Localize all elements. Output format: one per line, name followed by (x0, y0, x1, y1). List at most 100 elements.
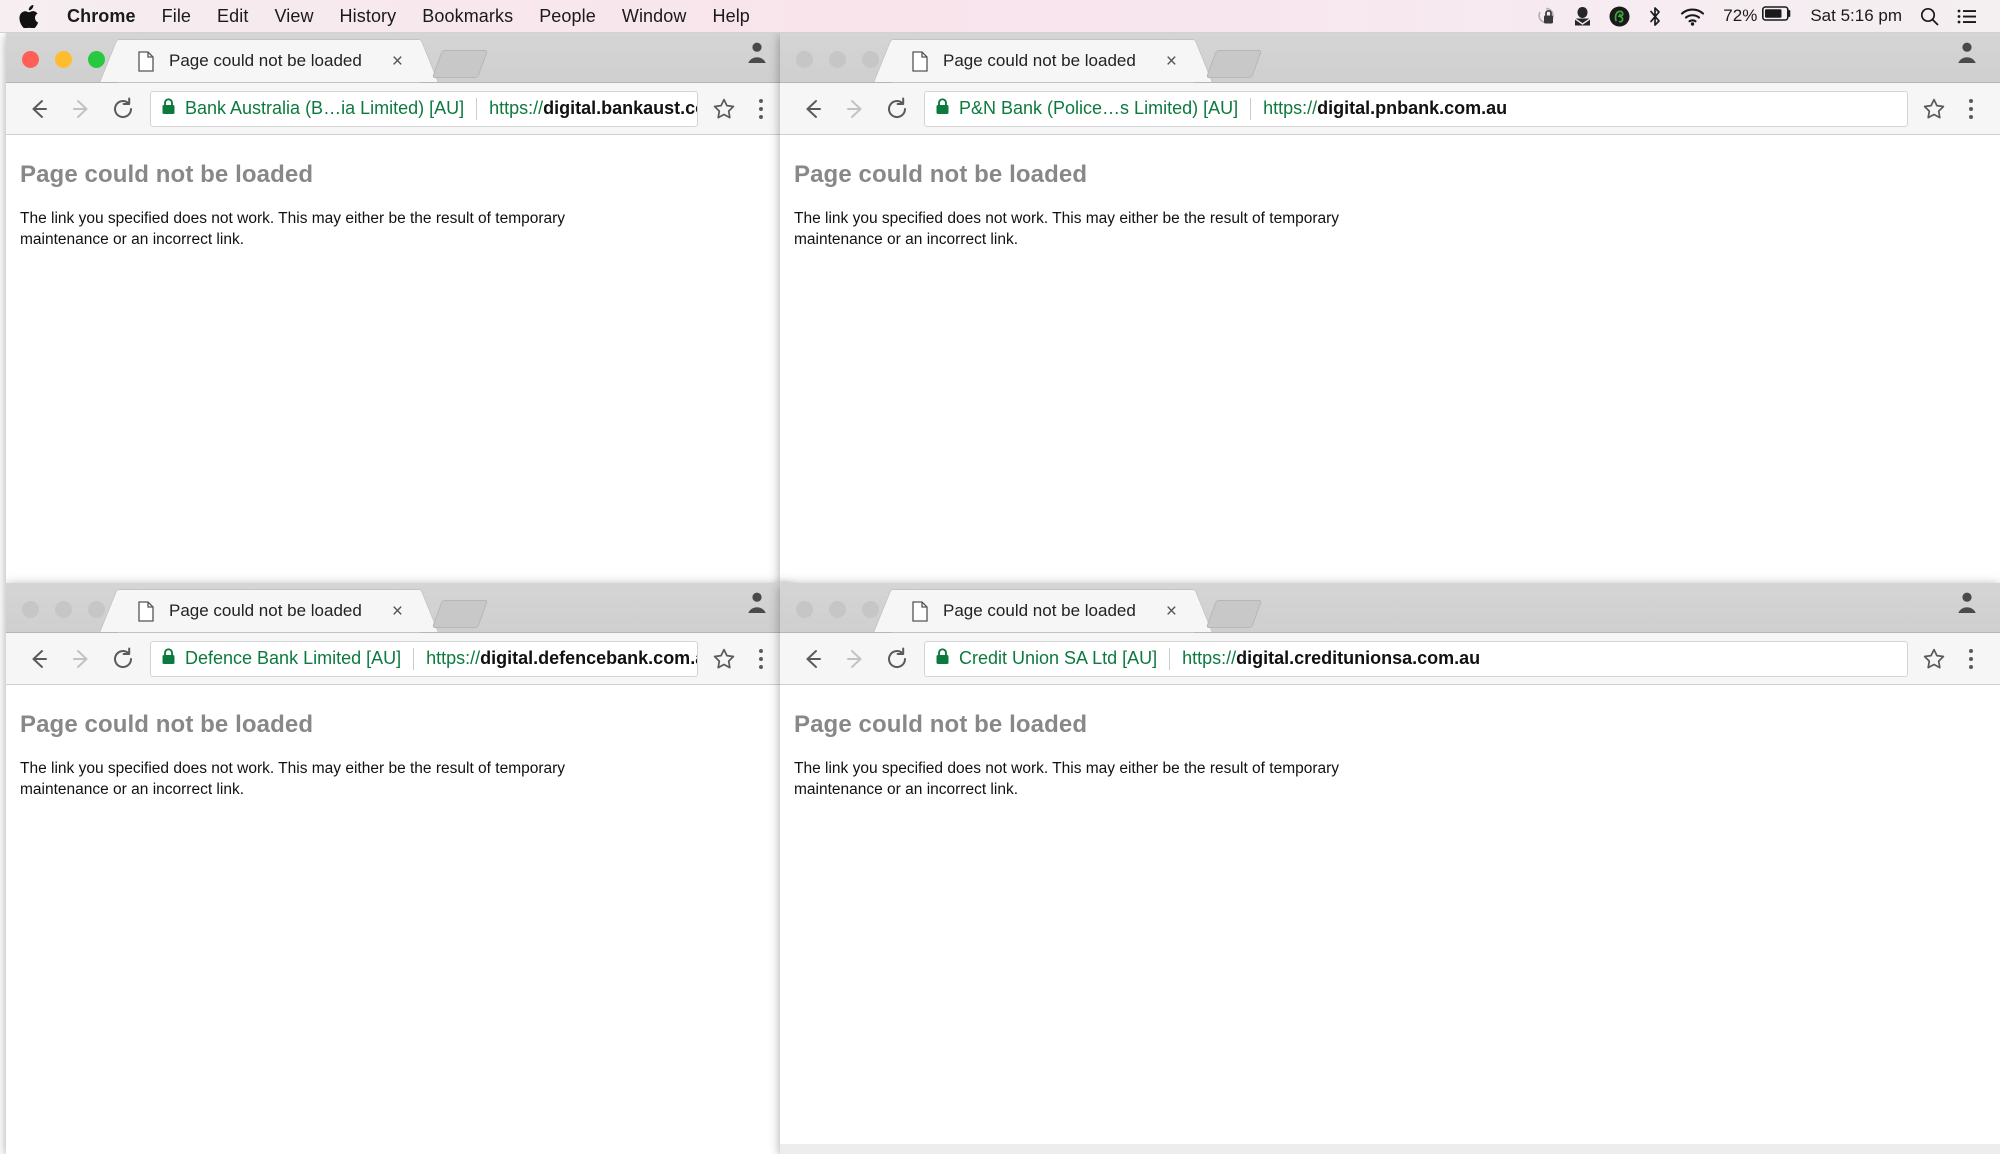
menu-item-history[interactable]: History (327, 0, 410, 33)
minimize-window-button[interactable] (829, 601, 846, 618)
chrome-menu-icon[interactable] (744, 639, 778, 679)
lock-icon[interactable] (1527, 0, 1565, 33)
close-tab-icon[interactable]: × (1166, 602, 1177, 621)
bookmark-star-icon[interactable] (1914, 89, 1954, 129)
back-arrow-icon[interactable] (792, 88, 834, 130)
desktop-screen: Chrome File Edit View History Bookmarks … (0, 0, 2000, 1154)
menu-item-window[interactable]: Window (609, 0, 700, 33)
close-window-button[interactable] (22, 601, 39, 618)
menu-item-chrome[interactable]: Chrome (54, 0, 149, 33)
menu-item-help[interactable]: Help (699, 0, 762, 33)
close-window-button[interactable] (796, 51, 813, 68)
tabstrip: Page could not be loaded × (780, 33, 2000, 83)
browser-toolbar: Defence Bank Limited [AU] https:// digit… (6, 633, 790, 685)
back-arrow-icon[interactable] (18, 638, 60, 680)
bluetooth-icon[interactable] (1639, 0, 1671, 33)
tabstrip: Page could not be loaded × (6, 33, 790, 83)
document-favicon (137, 51, 155, 72)
minimize-window-button[interactable] (55, 601, 72, 618)
page-title: Page could not be loaded (794, 161, 1986, 189)
back-arrow-icon[interactable] (792, 638, 834, 680)
bookmark-star-icon[interactable] (1914, 639, 1954, 679)
window-credit-union-sa[interactable]: Page could not be loaded × Credi (780, 583, 2000, 1154)
window-pn-bank[interactable]: Page could not be loaded × P&N B (780, 33, 2000, 583)
new-tab-button[interactable] (432, 50, 488, 78)
close-tab-icon[interactable]: × (392, 602, 403, 621)
maximize-window-button[interactable] (862, 51, 879, 68)
bookmark-star-icon[interactable] (704, 89, 744, 129)
profile-avatar-icon[interactable] (1954, 589, 2000, 632)
page-content: Page could not be loaded The link you sp… (780, 685, 2000, 1154)
page-title: Page could not be loaded (20, 711, 776, 739)
tabstrip: Page could not be loaded × (6, 583, 790, 633)
close-tab-icon[interactable]: × (392, 52, 403, 71)
battery-status[interactable]: 72% (1714, 0, 1801, 33)
maximize-window-button[interactable] (88, 601, 105, 618)
close-window-button[interactable] (796, 601, 813, 618)
minimize-window-button[interactable] (829, 51, 846, 68)
browser-tab[interactable]: Page could not be loaded × (893, 590, 1193, 632)
address-bar[interactable]: Bank Australia (B…ia Limited) [AU] https… (150, 91, 698, 127)
maximize-window-button[interactable] (88, 51, 105, 68)
tab-title: Page could not be loaded (943, 51, 1148, 71)
url-scheme: https:// (1263, 98, 1317, 119)
reload-icon[interactable] (102, 88, 144, 130)
browser-tab[interactable]: Page could not be loaded × (893, 40, 1193, 82)
evernote-icon[interactable] (1600, 0, 1639, 33)
bookmark-star-icon[interactable] (704, 639, 744, 679)
menu-dot (1969, 99, 1973, 103)
omnibox-divider (476, 98, 477, 120)
chrome-menu-icon[interactable] (1954, 89, 1988, 129)
menu-dot (759, 657, 763, 661)
browser-toolbar: P&N Bank (Police…s Limited) [AU] https:/… (780, 83, 2000, 135)
menu-item-edit[interactable]: Edit (204, 0, 261, 33)
macos-menubar: Chrome File Edit View History Bookmarks … (0, 0, 2000, 33)
page-content: Page could not be loaded The link you sp… (6, 685, 790, 1154)
menu-item-people[interactable]: People (526, 0, 609, 33)
menu-dot (1969, 107, 1973, 111)
address-bar[interactable]: Credit Union SA Ltd [AU] https:// digita… (924, 641, 1908, 677)
url-scheme: https:// (426, 648, 480, 669)
back-arrow-icon[interactable] (18, 88, 60, 130)
menu-dot (1969, 657, 1973, 661)
menu-dot (1969, 665, 1973, 669)
menu-item-file[interactable]: File (149, 0, 204, 33)
page-bottom-edge (780, 1144, 2000, 1154)
page-body-text: The link you specified does not work. Th… (20, 209, 600, 251)
close-window-button[interactable] (22, 51, 39, 68)
notification-center-icon[interactable] (1948, 0, 1986, 33)
secure-lock-icon (935, 98, 950, 120)
wifi-icon[interactable] (1671, 0, 1714, 33)
minimize-window-button[interactable] (55, 51, 72, 68)
apple-logo-icon[interactable] (18, 5, 38, 28)
maximize-window-button[interactable] (862, 601, 879, 618)
omnibox-divider (1169, 648, 1170, 670)
menu-item-view[interactable]: View (261, 0, 326, 33)
reload-icon[interactable] (876, 88, 918, 130)
close-tab-icon[interactable]: × (1166, 52, 1177, 71)
new-tab-button[interactable] (432, 600, 488, 628)
chrome-menu-icon[interactable] (744, 89, 778, 129)
browser-tab[interactable]: Page could not be loaded × (119, 590, 419, 632)
browser-tab[interactable]: Page could not be loaded × (119, 40, 419, 82)
url-host: digital.defencebank.com.au (480, 648, 698, 669)
menu-dot (759, 107, 763, 111)
address-bar[interactable]: P&N Bank (Police…s Limited) [AU] https:/… (924, 91, 1908, 127)
page-body-text: The link you specified does not work. Th… (794, 759, 1374, 801)
spotlight-search-icon[interactable] (1911, 0, 1948, 33)
battery-percent-label: 72% (1723, 6, 1757, 26)
menu-item-bookmarks[interactable]: Bookmarks (409, 0, 526, 33)
site-identity-label: P&N Bank (Police…s Limited) [AU] (959, 98, 1238, 119)
new-tab-button[interactable] (1206, 50, 1262, 78)
menubar-clock[interactable]: Sat 5:16 pm (1801, 0, 1911, 33)
window-defence-bank[interactable]: Page could not be loaded × Defen (6, 583, 790, 1154)
profile-avatar-icon[interactable] (1954, 39, 2000, 82)
reload-icon[interactable] (102, 638, 144, 680)
address-bar[interactable]: Defence Bank Limited [AU] https:// digit… (150, 641, 698, 677)
new-tab-button[interactable] (1206, 600, 1262, 628)
page-title: Page could not be loaded (794, 711, 1986, 739)
reload-icon[interactable] (876, 638, 918, 680)
mail-badge-icon[interactable] (1565, 0, 1600, 33)
window-bank-australia[interactable]: Page could not be loaded × Bank (6, 33, 790, 583)
chrome-menu-icon[interactable] (1954, 639, 1988, 679)
